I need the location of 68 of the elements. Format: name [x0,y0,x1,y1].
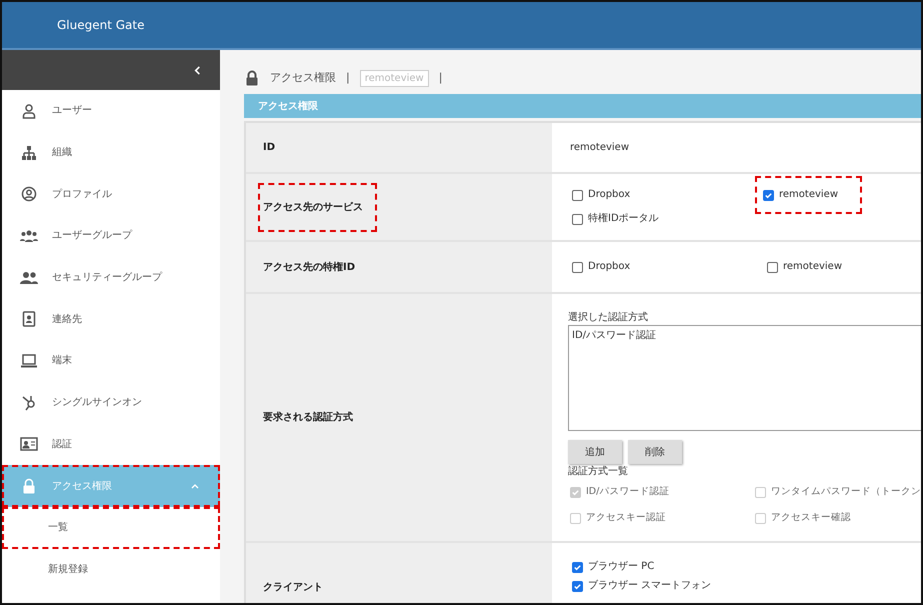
sidebar-label: シングルサインオン [52,396,142,410]
checkbox-label: 特権IDポータル [588,212,659,226]
sidebar-label: 新規登録 [48,562,88,577]
checkbox-label: remoteview [779,188,838,202]
org-chart-icon [20,144,38,161]
sidebar-item[interactable]: 組織 [2,132,220,174]
breadcrumb-separator: | [346,70,350,86]
checkbox-label: ブラウザー PC [588,560,654,574]
sidebar-item[interactable]: プロファイル [2,173,220,216]
list-caption: 認証方式一覧 [568,464,629,479]
sidebar-label: 連絡先 [52,312,82,327]
action-button[interactable]: 追加 [568,440,622,464]
sidebar-item[interactable]: 端末 [2,340,220,382]
checkbox[interactable] [572,580,583,592]
field-label: 要求される認証方式 [262,410,354,425]
checkbox-label: Dropbox [588,188,630,202]
breadcrumb-separator: | [438,70,442,86]
checkbox-label: ID/パスワード認証 [586,485,670,499]
field-value: remoteview [570,142,630,153]
list-caption: 選択した認証方式 [568,310,649,325]
group-icon [20,228,38,244]
contact-card-icon [20,311,38,328]
section-title: アクセス権限 [258,100,318,114]
sidebar-item[interactable]: セキュリティーグループ [2,256,220,298]
checkbox-label: アクセスキー確認 [771,511,851,525]
lock-icon [244,70,260,86]
checkbox[interactable] [572,190,583,200]
checkbox-label: ブラウザー スマートフォン [588,579,712,593]
laptop-icon [20,352,38,369]
chevron-left-icon [193,66,202,74]
sidebar-item[interactable]: ユーザー [2,90,220,132]
checkbox[interactable] [572,214,583,224]
action-button[interactable]: 削除 [628,440,682,464]
id-card-icon [20,436,38,452]
list-entry[interactable]: ID/パスワード認証 [572,328,921,343]
profile-circle-icon [20,186,38,202]
checkbox[interactable] [572,262,583,272]
sidebar-label: ユーザー [52,104,92,118]
sidebar-item[interactable]: 連絡先 [2,298,220,340]
field-label: ID [262,141,276,155]
checkbox[interactable] [767,262,778,272]
checkbox-label: ワンタイムパスワード（トークン [771,485,921,499]
checkbox-label: remoteview [783,260,842,274]
checkbox-label: アクセスキー認証 [586,511,666,525]
sidebar-label: ユーザーグループ [52,228,132,244]
sidebar-label: セキュリティーグループ [52,270,162,286]
sidebar-label: アクセス権限 [52,480,112,494]
sidebar-label: 組織 [52,146,72,160]
users-icon [20,270,38,286]
sidebar-item[interactable]: シングルサインオン [2,382,220,424]
breadcrumb-title: アクセス権限 [270,70,336,86]
sidebar-label: プロファイル [52,188,112,202]
sidebar-item[interactable]: 新規登録 [2,548,220,590]
sidebar-label: 一覧 [48,521,68,536]
checkbox[interactable] [572,562,583,572]
field-label: アクセス先のサービス [258,182,377,232]
app-title: Gluegent Gate [57,17,144,34]
user-icon [20,102,38,119]
sidebar-item[interactable]: ユーザーグループ [2,215,220,257]
field-label: アクセス先の特権ID [262,260,356,274]
sidebar-label: 端末 [52,354,72,368]
checkbox[interactable] [763,190,774,200]
selected-methods-list[interactable]: ID/パスワード認証 [568,325,921,431]
sidebar-item[interactable]: 認証 [2,424,220,466]
record-tag: remoteview [360,70,429,86]
sidebar-label: 認証 [52,438,72,452]
field-label: クライアント [262,581,324,595]
checkbox-label: Dropbox [588,260,630,274]
